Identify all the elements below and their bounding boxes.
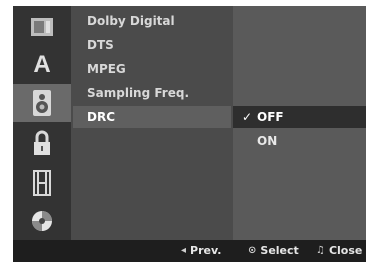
menu-item-sampling-freq[interactable]: Sampling Freq. bbox=[73, 82, 231, 104]
film-icon bbox=[33, 170, 51, 196]
disc-icon bbox=[32, 211, 52, 231]
drc-options-panel: ✓ OFF ON bbox=[233, 6, 366, 240]
select-label: Select bbox=[260, 244, 299, 257]
menu-item-mpeg[interactable]: MPEG bbox=[73, 58, 231, 80]
sidebar-item-lock[interactable] bbox=[13, 124, 71, 162]
sidebar-item-disc[interactable] bbox=[13, 202, 71, 240]
enter-button-icon: ⊙ bbox=[248, 245, 257, 256]
option-label: OFF bbox=[257, 110, 284, 124]
language-icon: A bbox=[33, 51, 51, 78]
audio-speaker-icon bbox=[33, 90, 51, 116]
sidebar-item-disc-settings[interactable] bbox=[13, 8, 71, 46]
footer-hint-bar: ◂ Prev. ⊙ Select ♫ Close bbox=[13, 240, 366, 262]
disc-settings-icon bbox=[31, 18, 53, 36]
prev-hint[interactable]: ◂ Prev. bbox=[181, 240, 221, 262]
close-hint[interactable]: ♫ Close bbox=[316, 240, 362, 262]
prev-label: Prev. bbox=[190, 244, 222, 257]
sidebar-item-language[interactable]: A bbox=[13, 46, 71, 84]
option-label: ON bbox=[257, 134, 278, 148]
option-on[interactable]: ON bbox=[233, 130, 366, 152]
sidebar-item-film[interactable] bbox=[13, 164, 71, 202]
menu-item-dolby-digital[interactable]: Dolby Digital bbox=[73, 10, 231, 32]
menu-item-drc[interactable]: DRC bbox=[73, 106, 231, 128]
sidebar-item-audio[interactable] bbox=[13, 84, 71, 122]
select-hint[interactable]: ⊙ Select bbox=[248, 240, 299, 262]
check-icon: ✓ bbox=[241, 110, 253, 124]
close-label: Close bbox=[328, 244, 363, 257]
lock-icon bbox=[34, 130, 50, 155]
dvd-setup-screen: A Dolby Digital DTS MPEG Sampling Freq. … bbox=[0, 0, 376, 267]
option-off[interactable]: ✓ OFF bbox=[233, 106, 366, 128]
left-arrow-icon: ◂ bbox=[181, 245, 187, 256]
menu-item-dts[interactable]: DTS bbox=[73, 34, 231, 56]
setup-button-icon: ♫ bbox=[316, 245, 325, 256]
category-sidebar: A bbox=[13, 6, 71, 240]
